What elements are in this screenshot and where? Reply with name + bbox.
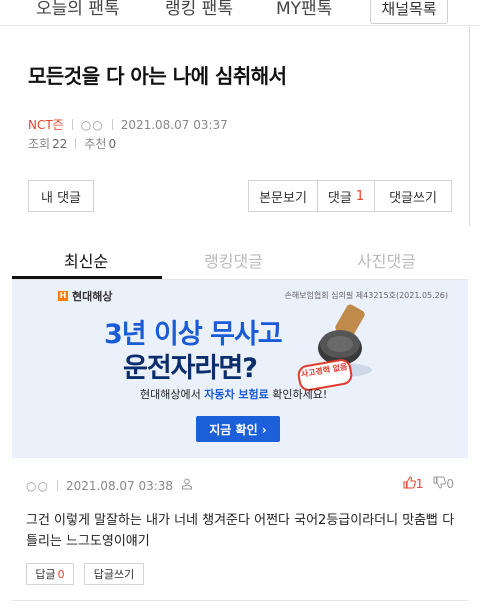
divider — [12, 600, 468, 601]
top-navigation: 오늘의 팬톡 랭킹 팬톡 MY팬톡 채널목록 — [0, 0, 480, 26]
ad-headline-2: 운전자라면? — [123, 353, 258, 384]
recommend-count: 0 — [108, 136, 117, 151]
ad-subtext-pre: 현대해상에서 — [140, 388, 205, 401]
tab-ranking-comments[interactable]: 랭킹댓글 — [204, 248, 263, 272]
divider — [469, 26, 470, 226]
comment-meta: ○○ 2021.08.07 03:38 — [26, 478, 193, 493]
author-id-mask: ○○ — [80, 117, 104, 132]
views-count: 22 — [52, 136, 68, 151]
nav-my-fantalk[interactable]: MY팬톡 — [276, 0, 332, 19]
ad-brand-logo: H 현대해상 — [58, 288, 112, 304]
reply-label: 답글 — [35, 568, 56, 581]
post-stats: 조회 22 추천 0 — [28, 135, 116, 152]
comment-sort-tabs: 최신순 랭킹댓글 사진댓글 — [12, 240, 468, 280]
post-action-group: 본문보기 댓글 1 댓글쓰기 — [248, 180, 452, 212]
comment-datetime: 2021.08.07 03:38 — [65, 478, 174, 493]
my-comment-button[interactable]: 내 댓글 — [28, 180, 94, 212]
comment-votes: 1 0 — [403, 476, 454, 492]
comments-button[interactable]: 댓글 1 — [317, 180, 374, 212]
views-label: 조회 — [28, 137, 51, 151]
nav-today-fantalk[interactable]: 오늘의 팬톡 — [36, 0, 120, 19]
ad-subtext-highlight: 자동차 보험료 — [204, 388, 269, 401]
ad-brand-name: 현대해상 — [72, 290, 113, 303]
divider — [111, 119, 113, 130]
post-title: 모든것을 다 아는 나에 심취해서 — [28, 64, 287, 88]
recommend-label: 추천 — [84, 137, 107, 151]
thumbs-up-icon — [403, 476, 416, 492]
tab-latest[interactable]: 최신순 — [64, 248, 108, 272]
comment-body: 그건 이렇게 말잘하는 내가 너네 챙겨준다 어쩐다 국어2등급이라더니 맛춤뻡… — [26, 513, 455, 549]
comments-label: 댓글 — [327, 190, 352, 206]
upvote-button[interactable]: 1 — [403, 476, 424, 492]
post-author[interactable]: NCT즌 — [28, 116, 64, 133]
thumbs-down-icon — [433, 476, 447, 492]
downvote-button[interactable]: 0 — [433, 476, 454, 492]
reply-count: 0 — [57, 567, 65, 581]
divider — [71, 119, 73, 130]
post-meta: NCT즌 ○○ 2021.08.07 03:37 — [28, 116, 228, 133]
nav-ranking-fantalk[interactable]: 랭킹 팬톡 — [165, 0, 233, 19]
ad-check-now-button[interactable]: 지금 확인 › — [196, 416, 280, 442]
brand-mark-icon: H — [58, 291, 68, 301]
commenter-id-mask: ○○ — [26, 478, 49, 493]
channel-list-button[interactable]: 채널목록 — [370, 0, 448, 24]
upvote-count: 1 — [415, 477, 424, 491]
person-icon — [181, 478, 193, 493]
tab-photo-comments[interactable]: 사진댓글 — [357, 248, 416, 272]
write-reply-button[interactable]: 답글쓰기 — [84, 563, 144, 585]
comment-count: 1 — [355, 188, 365, 204]
ad-banner[interactable]: H 현대해상 손해보험협회 심의필 제43215호(2021.05.26) 3년… — [12, 280, 468, 458]
post-datetime: 2021.08.07 03:37 — [120, 117, 228, 132]
divider — [56, 480, 58, 491]
active-tab-indicator — [12, 276, 162, 279]
downvote-count: 0 — [446, 477, 454, 491]
write-comment-button[interactable]: 댓글쓰기 — [374, 180, 452, 212]
ad-subtext-post: 확인하세요! — [268, 388, 328, 401]
reply-button[interactable]: 답글 0 — [26, 563, 74, 585]
divider — [75, 138, 77, 149]
ad-subtext: 현대해상에서 자동차 보험료 확인하세요! — [140, 386, 327, 402]
view-body-button[interactable]: 본문보기 — [248, 180, 317, 212]
